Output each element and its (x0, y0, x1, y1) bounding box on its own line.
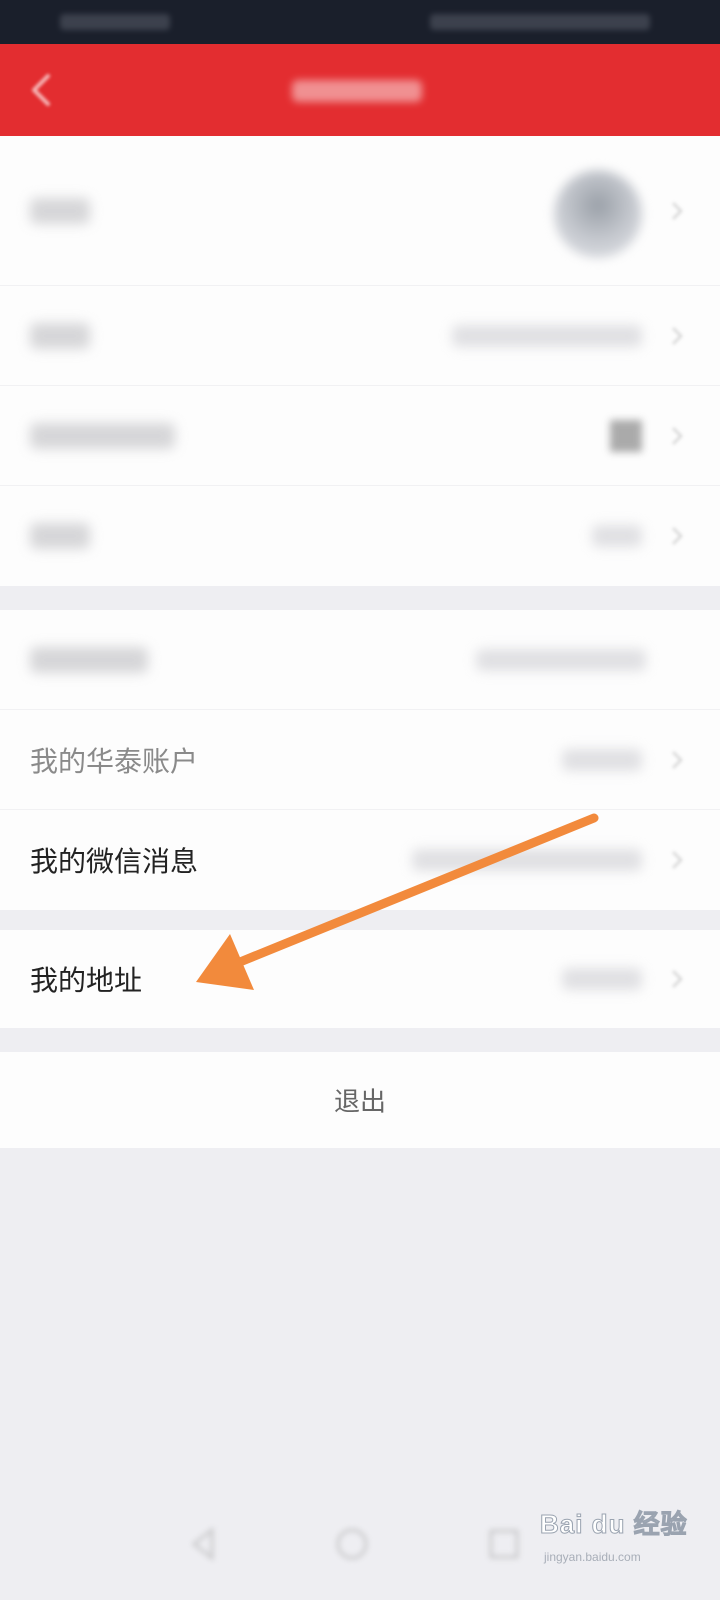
nav-back-icon[interactable] (184, 1524, 224, 1564)
nav-recents-icon[interactable] (484, 1524, 524, 1564)
wallet-row[interactable]: 我的华泰账户 (0, 710, 720, 810)
chevron-right-icon (672, 326, 683, 345)
avatar-label-blurred (30, 197, 90, 224)
chevron-right-icon (672, 750, 683, 769)
profile-group (0, 136, 720, 586)
qrcode-label-blurred (30, 422, 175, 449)
gender-label-blurred (30, 523, 90, 549)
gender-value-blurred (592, 525, 642, 547)
watermark-brand: Bai du 经验 (540, 1509, 688, 1540)
account-group: 我的华泰账户 我的微信消息 (0, 610, 720, 910)
avatar-row[interactable] (0, 136, 720, 286)
address-row[interactable]: 我的地址 (0, 930, 720, 1028)
logout-button[interactable]: 退出 (0, 1052, 720, 1148)
page-title-blurred (292, 80, 422, 102)
address-group: 我的地址 (0, 930, 720, 1028)
watermark-url: jingyan.baidu.com (544, 1550, 641, 1564)
app-header (0, 44, 720, 136)
status-left-blurred (60, 14, 170, 30)
wallet-row-label: 我的华泰账户 (30, 744, 199, 778)
chevron-right-icon (672, 426, 683, 445)
qrcode-row[interactable] (0, 386, 720, 486)
nav-home-icon[interactable] (332, 1524, 372, 1564)
wechat-row[interactable]: 我的微信消息 (0, 810, 720, 910)
phone-value-blurred (476, 648, 646, 671)
wallet-value-blurred (562, 748, 642, 771)
phone-label-blurred (30, 646, 148, 673)
qr-code-icon (610, 419, 642, 452)
nickname-value-blurred (452, 324, 642, 347)
chevron-right-icon (672, 851, 683, 869)
baidu-watermark: Bai du 经验 jingyan.baidu.com (540, 1494, 710, 1584)
address-value-blurred (562, 968, 642, 990)
avatar[interactable] (554, 170, 642, 258)
phone-row[interactable] (0, 610, 720, 710)
address-row-label: 我的地址 (30, 964, 143, 997)
gender-row[interactable] (0, 486, 720, 586)
logout-label: 退出 (333, 1087, 387, 1118)
chevron-right-icon (672, 970, 683, 988)
nickname-row[interactable] (0, 286, 720, 386)
wechat-row-label: 我的微信消息 (30, 845, 199, 878)
status-right-blurred (430, 14, 650, 30)
back-arrow-icon[interactable] (22, 70, 62, 110)
chevron-right-icon (672, 201, 683, 220)
chevron-right-icon (672, 527, 683, 545)
wechat-value-blurred (412, 849, 642, 871)
status-bar (0, 0, 720, 44)
nickname-label-blurred (30, 322, 90, 349)
